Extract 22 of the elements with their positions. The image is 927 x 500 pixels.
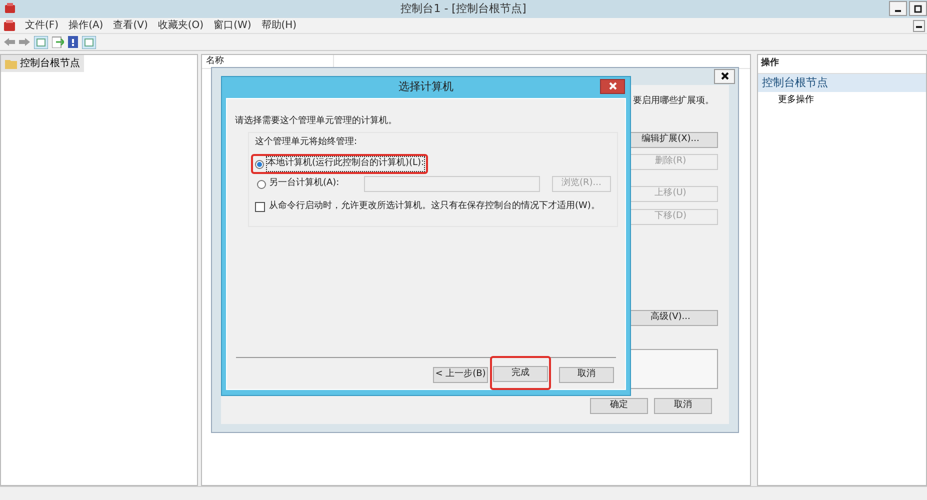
action-link[interactable]: 更多操作 <box>758 92 834 110</box>
dialog-button[interactable]: 取消 <box>654 398 712 414</box>
group-label: 这个管理单元将始终管理: <box>255 136 358 148</box>
checkbox-label: 从命令行启动时，允许更改所选计算机。这只有在保存控制台的情况下才适用(W)。 <box>269 200 600 213</box>
menu-item[interactable]: 操作(A) <box>68 18 104 33</box>
dialog-title: 选择计算机 <box>398 79 454 96</box>
menu-item[interactable]: 帮助(H) <box>261 18 297 33</box>
dialog-button[interactable]: < 上一步(B) <box>433 367 488 383</box>
menu-item[interactable]: 窗口(W) <box>214 18 252 33</box>
dialog-button[interactable]: 完成 <box>493 366 548 382</box>
tree-item[interactable]: 控制台根节点 <box>1 55 84 72</box>
window-title: 控制台1 - [控制台根节点] <box>400 0 526 17</box>
menu-item[interactable]: 查看(V) <box>113 18 148 33</box>
dialog-button[interactable]: 取消 <box>559 367 614 383</box>
option-label: 本地计算机(运行此控制台的计算机)(L): <box>267 157 424 171</box>
instruction-text: 要启用哪些扩展项。 <box>633 95 715 108</box>
option-label: 另一台计算机(A): <box>269 177 340 190</box>
actions-section[interactable]: 控制台根节点 <box>758 74 926 92</box>
dialog-button[interactable]: 确定 <box>590 398 648 414</box>
menu-item[interactable]: 文件(F) <box>25 18 59 33</box>
menu-item[interactable]: 收藏夹(O) <box>158 18 204 33</box>
prompt-text: 请选择需要这个管理单元管理的计算机。 <box>235 115 398 128</box>
